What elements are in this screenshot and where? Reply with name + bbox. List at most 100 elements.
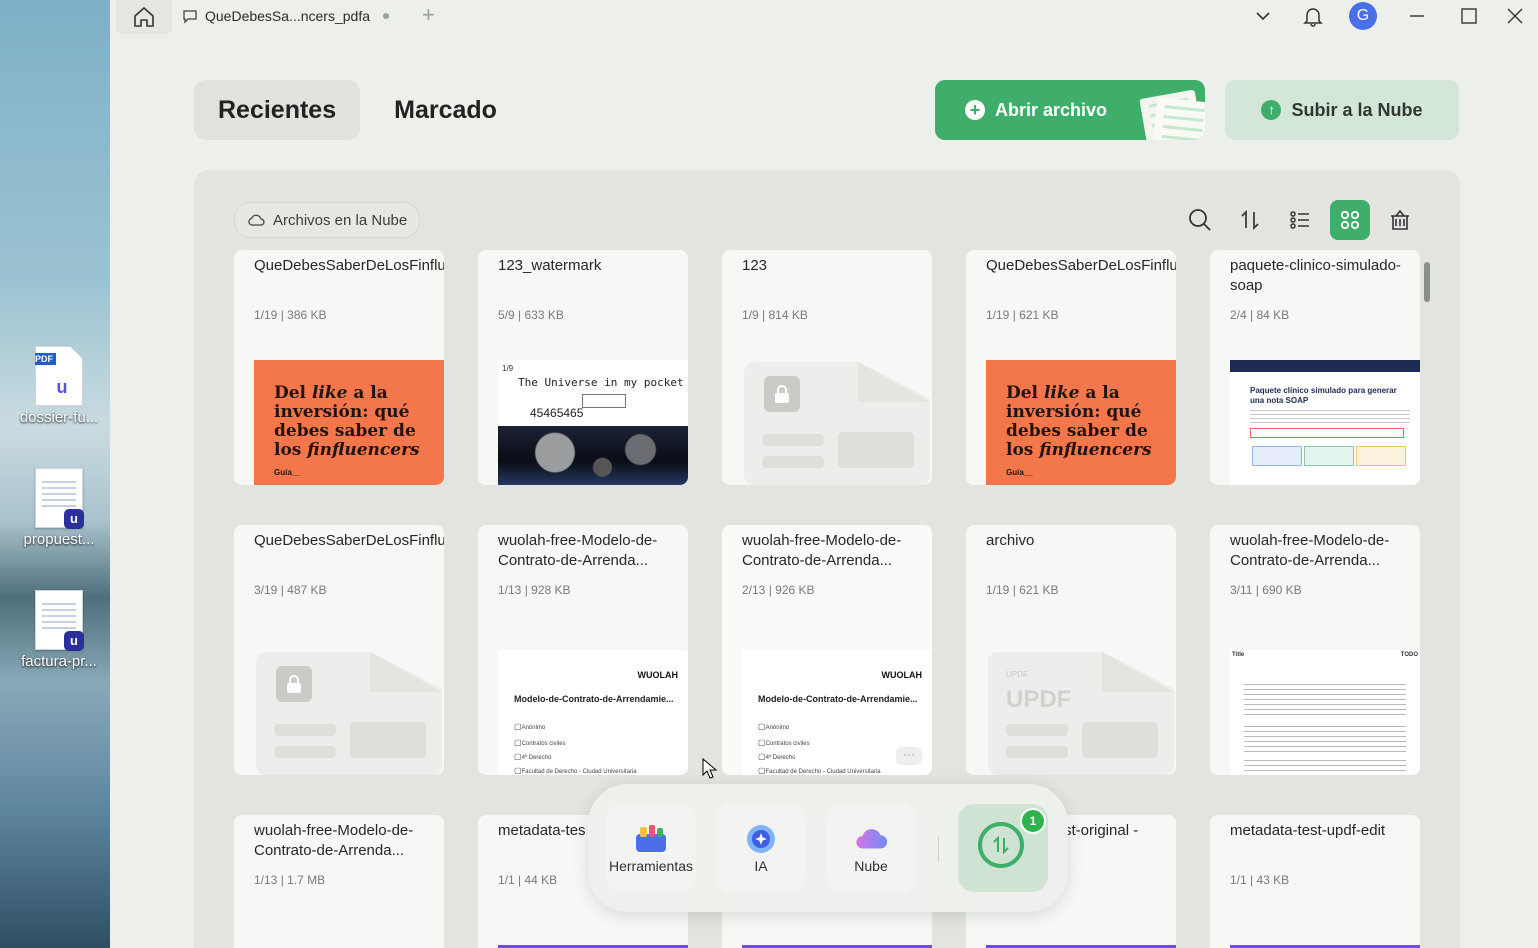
list-view-button[interactable] (1280, 200, 1320, 240)
tab-title: QueDebesSa...ncers_pdfa (205, 8, 370, 24)
cloud-icon (854, 822, 888, 856)
toolbox-icon (634, 822, 668, 856)
desktop-icon-dossier[interactable]: PDF u dossier-fu... (14, 346, 104, 426)
pdf-file-icon: PDF u (35, 346, 83, 406)
dock-tools-button[interactable]: Herramientas (606, 804, 696, 892)
floating-dock: Herramientas IA Nube 1 (588, 784, 1068, 912)
file-meta: 1/19 | 621 KB (986, 308, 1059, 322)
minimize-button[interactable] (1388, 0, 1446, 32)
file-name: paquete-clinico-simulado-soap (1230, 257, 1401, 294)
chat-bubble-icon (183, 10, 197, 24)
cloud-files-label: Archivos en la Nube (273, 211, 408, 229)
file-name: wuolah-free-Modelo-de-Contrato-de-Arrend… (498, 532, 658, 569)
file-meta: 1/19 | 621 KB (986, 583, 1059, 597)
desktop-background: PDF u dossier-fu... u propuest... u fact… (0, 0, 110, 948)
file-card[interactable]: wuolah-free-Modelo-de-Contrato-de-Arrend… (234, 815, 444, 948)
file-card[interactable]: QueDebesSaberDeLosFinfluencers_pdfa 1/19… (234, 250, 444, 485)
file-card[interactable]: QueDebesSaberDeLosFinfluencers 1/19 | 62… (966, 250, 1176, 485)
recycle-bin-button[interactable] (1380, 200, 1420, 240)
tabs-dropdown-button[interactable] (1238, 0, 1288, 32)
scrollbar-thumb[interactable] (1424, 262, 1430, 302)
file-meta: 1/9 | 814 KB (742, 308, 808, 322)
file-meta: 3/19 | 487 KB (254, 583, 327, 597)
file-card[interactable]: metadata-test-updf-edit 1/1 | 43 KB (1210, 815, 1420, 948)
bell-icon (1303, 8, 1323, 27)
file-card[interactable]: QueDebesSaberDeLosFinfluencerscontraseña… (234, 525, 444, 775)
mouse-cursor-icon (702, 757, 718, 785)
file-name: wuolah-free-Modelo-de-Contrato-de-Arrend… (254, 822, 414, 859)
upload-cloud-label: Subir a la Nube (1291, 99, 1423, 120)
document-tab[interactable]: QueDebesSa...ncers_pdfa (182, 0, 389, 32)
desktop-icon-label: factura-pr... (21, 653, 97, 670)
file-card[interactable]: wuolah-free-Modelo-de-Contrato-de-Arrend… (1210, 525, 1420, 775)
desktop-icon-factura[interactable]: u factura-pr... (14, 590, 104, 670)
file-name: metadata-test-updf-edit (1230, 822, 1386, 839)
file-name: st-original - (1064, 822, 1139, 839)
lock-icon (764, 376, 800, 412)
sync-button[interactable]: 1 (958, 804, 1048, 892)
tab-marcado[interactable]: Marcado (370, 80, 521, 140)
chevron-down-icon (1256, 12, 1270, 21)
file-name: wuolah-free-Modelo-de-Contrato-de-Arrend… (742, 532, 902, 569)
new-tab-button[interactable]: + (422, 4, 435, 26)
file-thumbnail: WUOLAH Modelo-de-Contrato-de-Arrendamie.… (498, 650, 688, 775)
avatar: G (1349, 2, 1377, 30)
view-toolbar (1180, 200, 1420, 240)
file-name: QueDebesSaberDeLosFinfluencerscontraseña (254, 532, 444, 549)
dock-cloud-button[interactable]: Nube (826, 804, 916, 892)
file-name: QueDebesSaberDeLosFinfluencers (986, 257, 1176, 274)
desktop-icon-propuesta[interactable]: u propuest... (14, 468, 104, 548)
locked-thumbnail (254, 650, 444, 775)
paper-decoration-icon (1152, 97, 1205, 140)
file-name: archivo (986, 532, 1035, 549)
maximize-button[interactable] (1446, 0, 1492, 32)
pdf-badge: PDF (35, 353, 56, 365)
updf-logo-icon: u (64, 509, 84, 529)
file-name: wuolah-free-Modelo-de-Contrato-de-Arrend… (1230, 532, 1390, 569)
file-card[interactable]: wuolah-free-Modelo-de-Contrato-de-Arrend… (478, 525, 688, 775)
notifications-button[interactable] (1288, 0, 1338, 32)
locked-thumbnail (742, 360, 932, 485)
file-card[interactable]: 123 1/9 | 814 KB (722, 250, 932, 485)
file-thumbnail: 1/9 The Universe in my pocket 45465465 (498, 360, 688, 485)
account-button[interactable]: G (1338, 0, 1388, 32)
updf-logo-icon: u (64, 631, 84, 651)
open-file-button[interactable]: + Abrir archivo (935, 80, 1205, 140)
dock-ai-button[interactable]: IA (716, 804, 806, 892)
search-icon (1189, 209, 1211, 231)
file-meta: 5/9 | 633 KB (498, 308, 564, 322)
plus-circle-icon: + (965, 100, 985, 120)
placeholder-thumbnail: UPDF UPDF (986, 650, 1176, 775)
file-name: 123 (742, 257, 768, 274)
more-options-button[interactable]: ··· (896, 747, 922, 765)
dock-tools-label: Herramientas (608, 858, 694, 874)
search-button[interactable] (1180, 200, 1220, 240)
home-icon (134, 7, 154, 27)
maximize-icon (1461, 8, 1477, 24)
sort-icon (1241, 209, 1259, 231)
file-thumbnail: Paquete clínico simulado para generar un… (1230, 360, 1420, 485)
grid-view-button[interactable] (1330, 200, 1370, 240)
file-thumbnail: Title TODO (1230, 650, 1420, 775)
cloud-files-chip[interactable]: Archivos en la Nube (234, 202, 421, 238)
file-card[interactable]: 123_watermark 5/9 | 633 KB 1/9 The Unive… (478, 250, 688, 485)
file-card[interactable]: wuolah-free-Modelo-de-Contrato-de-Arrend… (722, 525, 932, 775)
sort-button[interactable] (1230, 200, 1270, 240)
tab-recientes[interactable]: Recientes (194, 80, 361, 140)
desktop-icon-label: dossier-fu... (19, 409, 99, 426)
grid-icon (1340, 210, 1360, 230)
dock-cloud-label: Nube (854, 858, 888, 874)
close-window-button[interactable] (1492, 0, 1538, 32)
file-meta: 1/19 | 386 KB (254, 308, 327, 322)
file-meta: 2/4 | 84 KB (1230, 308, 1290, 322)
file-thumbnail: Del like a la inversión: qué debes saber… (254, 360, 444, 485)
file-name: QueDebesSaberDeLosFinfluencers_pdfa (254, 257, 444, 274)
file-meta: 1/1 | 44 KB (498, 873, 558, 887)
file-card[interactable]: paquete-clinico-simulado-soap 2/4 | 84 K… (1210, 250, 1420, 485)
document-file-icon: u (35, 590, 84, 651)
file-card[interactable]: archivo 1/19 | 621 KB UPDF UPDF (966, 525, 1176, 775)
ai-assistant-icon (744, 822, 778, 856)
upload-cloud-button[interactable]: ↑ Subir a la Nube (1225, 80, 1459, 140)
file-thumbnail: Del like a la inversión: qué debes saber… (986, 360, 1176, 485)
home-button[interactable] (116, 0, 172, 34)
